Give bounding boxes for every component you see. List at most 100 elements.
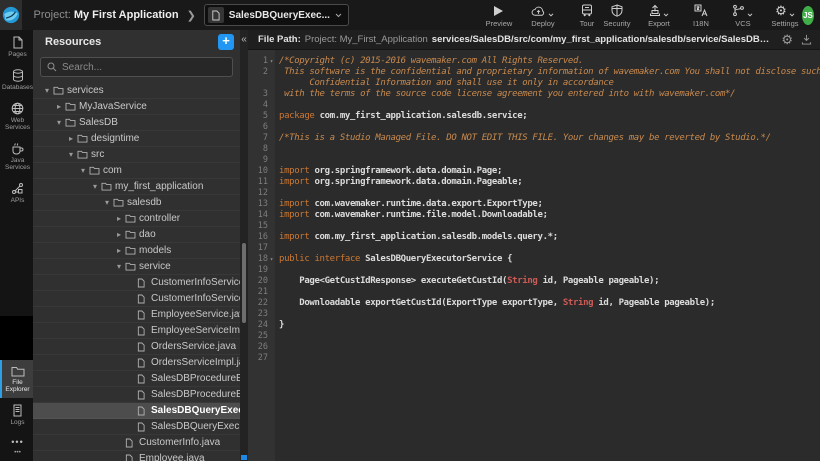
- tree-item-label: OrdersServiceImpl.java: [151, 357, 240, 368]
- tree-scrollbar[interactable]: [242, 243, 246, 323]
- sidebar-top-group: Pages Databases Web Services Java Servic…: [0, 30, 33, 209]
- expand-arrow-icon[interactable]: ▾: [101, 198, 113, 207]
- tree-item-label: CustomerInfoService.java: [151, 277, 240, 288]
- code-line: 12: [248, 188, 820, 199]
- settings-button[interactable]: ⚙ Settings: [770, 3, 800, 28]
- sidebar-item-pages[interactable]: Pages: [0, 30, 33, 63]
- code-line: 22 Downloadable exportGetCustId(ExportTy…: [248, 298, 820, 309]
- search-input[interactable]: [62, 62, 226, 73]
- collapse-arrow-icon[interactable]: ▸: [113, 230, 125, 239]
- tree-item-salesdbprocedureexecuto[interactable]: SalesDBProcedureExecuto: [33, 371, 240, 387]
- tree-item-customerinfo-java[interactable]: CustomerInfo.java: [33, 435, 240, 451]
- tree-item-label: SalesDBProcedureExecuto: [151, 389, 240, 400]
- collapse-arrow-icon[interactable]: ▸: [113, 246, 125, 255]
- expand-arrow-icon[interactable]: ▾: [41, 86, 53, 95]
- sidebar-item-file-explorer[interactable]: File Explorer: [0, 360, 33, 398]
- chevron-down-icon: [335, 13, 342, 18]
- tree-item-salesdbqueryexecutorser[interactable]: SalesDBQueryExecutorSer: [33, 403, 240, 419]
- add-resource-button[interactable]: +: [218, 34, 234, 50]
- code-line: 10 import org.springframework.data.domai…: [248, 166, 820, 177]
- tour-button[interactable]: Tour: [572, 3, 602, 28]
- sidebar-item-logs[interactable]: Logs: [0, 398, 33, 431]
- expand-arrow-icon[interactable]: ▾: [53, 118, 65, 127]
- tree-item-label: com: [103, 165, 122, 176]
- caret-icon: [789, 13, 795, 17]
- tree-item-employeeservice-java[interactable]: EmployeeService.java: [33, 307, 240, 323]
- expand-arrow-icon[interactable]: ▾: [77, 166, 89, 175]
- tree-item-employee-java[interactable]: Employee.java: [33, 451, 240, 461]
- tree-item-salesdbprocedureexecuto[interactable]: SalesDBProcedureExecuto: [33, 387, 240, 403]
- tree-item-label: dao: [139, 229, 156, 240]
- tree-item-customerinfoserviceimpl-j[interactable]: CustomerInfoServiceImpl.j: [33, 291, 240, 307]
- tree-item-src[interactable]: ▾src: [33, 147, 240, 163]
- line-number: 11: [248, 177, 268, 188]
- collapse-arrow-icon[interactable]: ▸: [53, 102, 65, 111]
- collapse-panel-button[interactable]: «: [240, 33, 248, 47]
- fold-gutter: [268, 89, 275, 100]
- expand-arrow-icon[interactable]: ▾: [65, 150, 77, 159]
- wavemaker-logo[interactable]: [0, 0, 22, 30]
- tree-item-designtime[interactable]: ▸designtime: [33, 131, 240, 147]
- sidebar-item-label: Web Services: [2, 117, 33, 131]
- fold-marker-icon[interactable]: ▾: [268, 56, 275, 67]
- line-number: 16: [248, 232, 268, 243]
- vcs-button[interactable]: VCS: [728, 3, 758, 28]
- tree-item-controller[interactable]: ▸controller: [33, 211, 240, 227]
- fold-gutter: [268, 331, 275, 342]
- fold-marker-icon[interactable]: ▾: [268, 254, 275, 265]
- download-file-icon[interactable]: [801, 34, 812, 45]
- fold-gutter: [268, 320, 275, 331]
- tree-item-dao[interactable]: ▸ dao: [33, 227, 240, 243]
- tree-item-my-first-application[interactable]: ▾my_first_application: [33, 179, 240, 195]
- sidebar-item-apis[interactable]: APIs: [0, 176, 33, 209]
- editor-column: File Path: Project: My_First_Application…: [248, 30, 820, 461]
- tree-item-com[interactable]: ▾ com: [33, 163, 240, 179]
- open-file-dropdown[interactable]: SalesDBQueryExec...: [204, 4, 349, 26]
- preview-button[interactable]: Preview: [484, 3, 514, 28]
- tree-item-ordersservice-java[interactable]: OrdersService.java: [33, 339, 240, 355]
- code-line: 25: [248, 331, 820, 342]
- expand-arrow-icon[interactable]: ▾: [113, 262, 125, 271]
- code-line: 3 with the terms of the source code lice…: [248, 89, 820, 100]
- sidebar-item-databases[interactable]: Databases: [0, 63, 33, 96]
- project-breadcrumb: Project:My First Application: [34, 9, 179, 21]
- resources-panel: Resources + ▾services ▸MyJavaService ▾Sa…: [33, 30, 240, 461]
- expand-arrow-icon[interactable]: ▾: [89, 182, 101, 191]
- fold-gutter: [268, 67, 275, 78]
- sidebar-item-more[interactable]: ••• •••: [0, 431, 33, 461]
- line-number: 18: [248, 254, 268, 265]
- file-settings-gear-icon[interactable]: ⚙: [781, 33, 793, 46]
- collapse-arrow-icon[interactable]: ▸: [65, 134, 77, 143]
- tree-item-ordersserviceimpl-java[interactable]: OrdersServiceImpl.java: [33, 355, 240, 371]
- collapse-arrow-icon[interactable]: ▸: [113, 214, 125, 223]
- deploy-button[interactable]: Deploy: [528, 3, 558, 28]
- i18n-button[interactable]: I18N: [686, 3, 716, 28]
- tool-label: VCS: [735, 19, 750, 28]
- bus-icon: [581, 4, 593, 17]
- code-editor[interactable]: 1 ▾ /*Copyright (c) 2015-2016 wavemaker.…: [248, 50, 820, 461]
- project-label: Project:: [34, 9, 71, 21]
- tree-item-label: SalesDB: [79, 117, 118, 128]
- tree-file-icon: [137, 310, 145, 320]
- tree-item-models[interactable]: ▸models: [33, 243, 240, 259]
- tree-item-services[interactable]: ▾services: [33, 83, 240, 99]
- export-button[interactable]: Export: [644, 3, 674, 28]
- tree-item-customerinfoservice-java[interactable]: CustomerInfoService.java: [33, 275, 240, 291]
- sidebar-item-web-services[interactable]: Web Services: [0, 96, 33, 136]
- tree-item-service[interactable]: ▾service: [33, 259, 240, 275]
- tool-label: Security: [603, 19, 630, 28]
- tree-item-myjavaservice[interactable]: ▸MyJavaService: [33, 99, 240, 115]
- translate-icon: [694, 4, 708, 17]
- tree-item-salesdb[interactable]: ▾ SalesDB: [33, 115, 240, 131]
- security-button[interactable]: Security: [602, 3, 632, 28]
- user-avatar[interactable]: JS: [802, 6, 814, 25]
- sidebar-item-java-services[interactable]: Java Services: [0, 136, 33, 176]
- globe-icon: [11, 102, 24, 115]
- tree-item-salesdbqueryexecutorser[interactable]: SalesDBQueryExecutorSer: [33, 419, 240, 435]
- line-number: 8: [248, 144, 268, 155]
- line-number: 9: [248, 155, 268, 166]
- resources-search[interactable]: [40, 57, 233, 77]
- scrollbar-marker: [241, 455, 247, 460]
- tree-item-employeeserviceimpl-java[interactable]: EmployeeServiceImpl.java: [33, 323, 240, 339]
- tree-item-salesdb[interactable]: ▾salesdb: [33, 195, 240, 211]
